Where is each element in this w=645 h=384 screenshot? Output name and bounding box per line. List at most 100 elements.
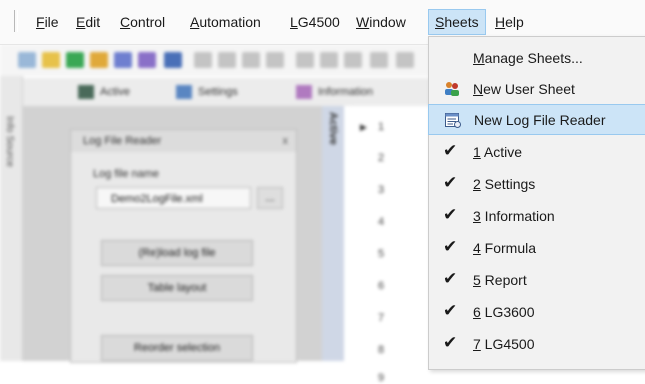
menu-item-manage-sheets[interactable]: Manage Sheets... <box>429 42 645 73</box>
folder-icon[interactable] <box>90 52 108 68</box>
row-number: 6 <box>378 280 385 292</box>
tool-icon-1[interactable] <box>194 52 212 68</box>
row-number: 1 <box>378 121 385 133</box>
tool-icon-2[interactable] <box>218 52 236 68</box>
menu-item-sheet-lg4500[interactable]: ✔ 7 LG4500 <box>429 328 645 359</box>
menu-accel: W <box>356 14 370 30</box>
menu-control[interactable]: Control <box>114 10 171 34</box>
menu-item-label: Manage Sheets... <box>473 50 583 66</box>
menu-item-sheet-lg3600[interactable]: ✔ 6 LG3600 <box>429 296 645 327</box>
tool-icon-5[interactable] <box>296 52 314 68</box>
menu-item-new-user-sheet[interactable]: New User Sheet <box>429 73 645 104</box>
menu-item-sheet-formula[interactable]: ✔ 4 Formula <box>429 232 645 263</box>
menu-lg4500[interactable]: LG4500 <box>284 10 346 34</box>
menu-item-sheet-information[interactable]: ✔ 3 Information <box>429 200 645 231</box>
menu-item-label: 1 Active <box>473 144 523 160</box>
check-icon: ✔ <box>443 333 458 352</box>
menu-accel: S <box>435 14 445 30</box>
save-all-icon[interactable] <box>138 52 156 68</box>
reorder-selection-button[interactable]: Reorder selection <box>101 335 253 361</box>
tab-settings[interactable]: Settings <box>172 82 238 102</box>
menu-item-label: 4 Formula <box>473 240 537 256</box>
menu-label: indow <box>369 14 406 30</box>
menu-accel: A <box>190 14 200 30</box>
menu-file[interactable]: File <box>30 10 65 34</box>
row-number-column: ▶ 1 2 3 4 5 6 7 8 9 <box>350 106 430 384</box>
vertical-sheet-tab[interactable]: Active <box>322 106 344 361</box>
menu-label: utomation <box>199 14 261 30</box>
menu-item-sheet-active[interactable]: ✔ 1 Active <box>429 136 645 167</box>
check-icon: ✔ <box>443 141 458 160</box>
tool-icon-8[interactable] <box>370 52 388 68</box>
menu-help[interactable]: Help <box>489 10 530 34</box>
menu-label: ile <box>44 14 59 30</box>
row-marker-icon: ▶ <box>360 122 367 132</box>
menu-edit[interactable]: Edit <box>70 10 106 34</box>
menu-accel: F <box>36 14 45 30</box>
tool-icon-3[interactable] <box>242 52 260 68</box>
menu-item-label: 3 Information <box>473 208 555 224</box>
tool-icon-6[interactable] <box>320 52 338 68</box>
check-icon: ✔ <box>443 237 458 256</box>
menu-label: heets <box>444 14 479 30</box>
menu-sheets[interactable]: Sheets <box>428 9 486 35</box>
save-icon[interactable] <box>114 52 132 68</box>
table-layout-button[interactable]: Table layout <box>101 275 253 301</box>
tool-icon-4[interactable] <box>266 52 284 68</box>
menu-accel: E <box>76 14 86 30</box>
menu-item-label: New User Sheet <box>473 81 575 97</box>
log-file-name-label: Log file name <box>93 168 160 180</box>
menu-label: dit <box>85 14 101 30</box>
log-file-reader-icon <box>444 111 462 129</box>
menu-item-label: 6 LG3600 <box>473 304 535 320</box>
row-number: 7 <box>378 312 385 324</box>
tab-active[interactable]: Active <box>74 82 130 102</box>
tool-icon-7[interactable] <box>344 52 362 68</box>
menu-label: G4500 <box>297 14 340 30</box>
tool-icon-9[interactable] <box>396 52 414 68</box>
log-file-name-field[interactable]: Demo2LogFile.xml <box>96 187 251 209</box>
row-number: 2 <box>378 152 385 164</box>
menu-automation[interactable]: Automation <box>184 10 267 34</box>
left-side-panel[interactable]: Info Source <box>0 76 23 361</box>
menu-item-new-log-file-reader[interactable]: New Log File Reader <box>428 104 645 135</box>
row-number: 3 <box>378 184 385 196</box>
menu-accel: L <box>290 14 298 30</box>
menu-item-label: 2 Settings <box>473 176 536 192</box>
log-file-reader-dialog: Log File Reader x Log file name Demo2Log… <box>70 129 297 363</box>
run-icon[interactable] <box>66 52 84 68</box>
menubar-grip[interactable] <box>14 10 18 32</box>
sheets-dropdown-menu: Manage Sheets... New User Sheet New Log <box>428 36 645 370</box>
close-icon[interactable]: x <box>283 130 289 152</box>
sheet-icon <box>296 85 312 99</box>
side-panel-label: Info Source <box>4 116 15 168</box>
check-icon: ✔ <box>443 173 458 192</box>
row-number: 5 <box>378 248 385 260</box>
menu-label: ontrol <box>130 14 166 30</box>
connect-icon[interactable] <box>164 52 182 68</box>
tab-information[interactable]: Information <box>292 82 373 102</box>
tab-label: Information <box>318 86 374 98</box>
menu-item-label: 5 Report <box>473 272 527 288</box>
vertical-tab-label: Active <box>327 112 339 146</box>
user-sheet-icon <box>443 80 461 98</box>
menu-accel: C <box>120 14 131 30</box>
menu-item-sheet-report[interactable]: ✔ 5 Report <box>429 264 645 295</box>
browse-button[interactable]: ... <box>257 187 283 209</box>
row-number: 4 <box>378 216 385 228</box>
check-icon: ✔ <box>443 269 458 288</box>
reload-log-file-button[interactable]: (Re)load log file <box>101 240 253 266</box>
menu-accel: H <box>495 14 506 30</box>
menu-label: elp <box>505 14 524 30</box>
row-number: 8 <box>378 344 385 356</box>
tab-label: Active <box>100 86 130 98</box>
dialog-title: Log File Reader <box>71 130 296 152</box>
new-icon[interactable] <box>18 52 36 68</box>
menu-item-sheet-settings[interactable]: ✔ 2 Settings <box>429 168 645 199</box>
menu-window[interactable]: Window <box>350 10 412 34</box>
tab-label: Settings <box>198 86 238 98</box>
check-icon: ✔ <box>443 205 458 224</box>
menu-item-label: 7 LG4500 <box>473 336 535 352</box>
open-icon[interactable] <box>42 52 60 68</box>
check-icon: ✔ <box>443 301 458 320</box>
